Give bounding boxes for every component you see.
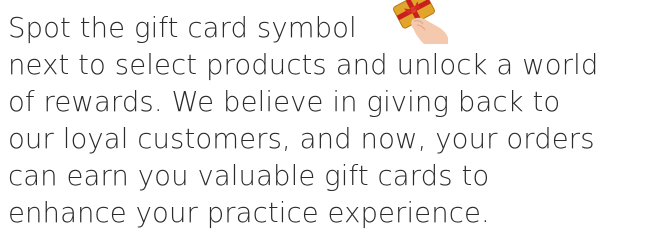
promo-line-2: next to select products and unlock a wor… [8,49,599,81]
promo-line-3: of rewards. We believe in giving back to [8,86,561,118]
promo-line-6: enhance your practice experience. [8,197,490,229]
gift-card-promo-text: Spot the gift card symbol next to select… [8,0,656,232]
promo-line-4: our loyal customers, and now, your order… [8,123,595,155]
gift-card-in-hand-icon [390,0,448,44]
promo-line-1-text: Spot the gift card symbol [8,12,357,44]
promo-line-5: can earn you valuable gift cards to [8,160,490,192]
promo-line-1: Spot the gift card symbol [8,0,656,47]
